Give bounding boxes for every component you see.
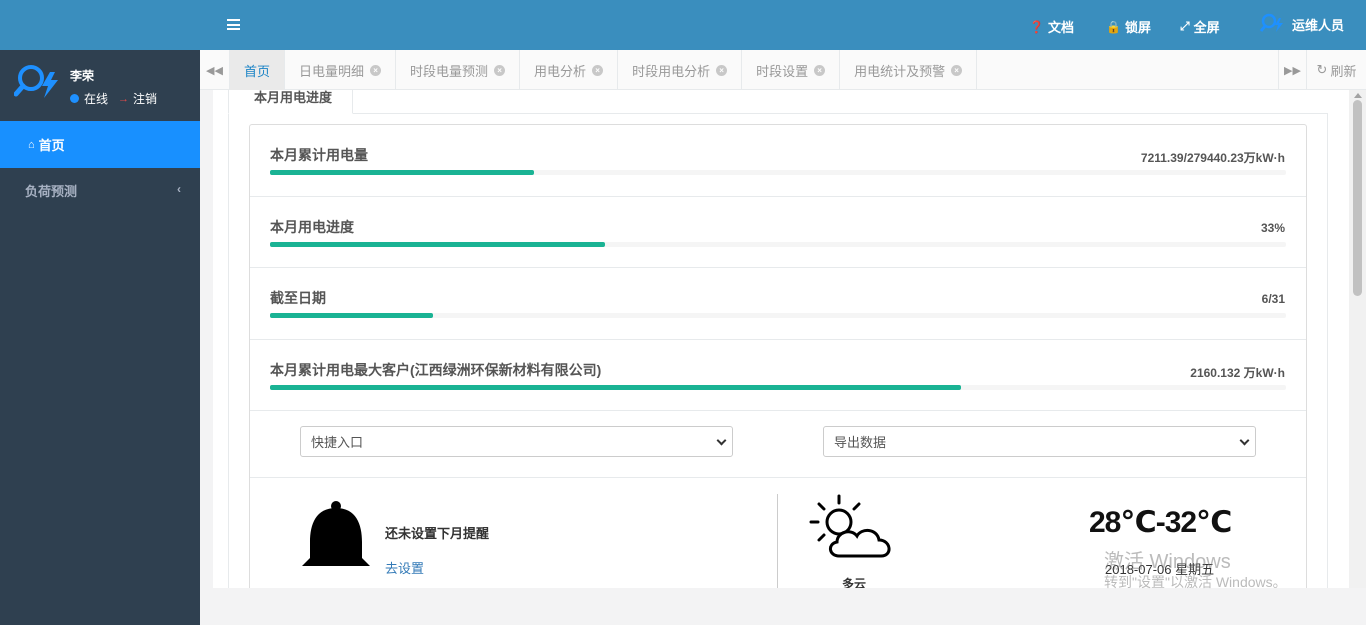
tab-period-forecast[interactable]: 时段电量预测 × <box>396 50 521 90</box>
reminder-text: 还未设置下月提醒 <box>385 526 490 541</box>
divider <box>777 494 778 588</box>
temperature-range: 28℃-32℃ <box>1089 506 1232 539</box>
refresh-label: 刷新 <box>1330 63 1357 79</box>
close-icon[interactable]: × <box>592 64 604 76</box>
quick-entry-select[interactable]: 快捷入口 <box>300 426 733 457</box>
sidebar-item-home[interactable]: ⌂ 首页 <box>0 121 200 168</box>
tab-period-settings[interactable]: 时段设置 × <box>742 50 841 90</box>
user-name: 李荣 <box>70 69 95 83</box>
top-header: ❓ 文档 🔒 锁屏 ⤢ 全屏 运维人员 <box>200 0 1366 50</box>
progress-bar <box>270 170 1286 175</box>
progress-fill <box>270 170 535 175</box>
logout-link[interactable]: 注销 <box>133 90 157 107</box>
activation-watermark-sub: 转到"设置"以激活 Windows。 <box>1104 574 1287 590</box>
sidebar-item-label: 负荷预测 <box>25 184 78 199</box>
refresh-icon: ↻ <box>1316 62 1328 77</box>
progress-fill <box>270 313 433 318</box>
fullscreen-label: 全屏 <box>1193 20 1220 35</box>
lock-button[interactable]: 🔒 锁屏 <box>1106 17 1151 36</box>
partly-cloudy-icon <box>809 494 891 558</box>
expand-icon: ⤢ <box>1180 19 1190 33</box>
chevron-down-icon <box>1239 435 1250 446</box>
stat-value: 7211.39/279440.23万kW·h <box>1140 151 1285 165</box>
stat-value: 33% <box>1260 220 1285 235</box>
page-tabs: ◀◀ 首页 日电量明细 × 时段电量预测 × 用电分析 × 时段用电分析 × 时段设置 ×… <box>200 50 1366 90</box>
chevron-down-icon <box>716 435 727 446</box>
activation-watermark: 激活 Windows <box>1104 551 1231 573</box>
ops-label: 运维人员 <box>1292 17 1345 33</box>
progress-panel: 本月用电进度 本月累计用电量 7211.39/279440.23万kW·h 本月… <box>213 90 1350 588</box>
ops-logo-icon <box>1260 13 1283 32</box>
export-data-select[interactable]: 导出数据 <box>823 426 1256 457</box>
scroll-up-icon[interactable] <box>1354 93 1362 98</box>
logo-icon <box>14 65 58 98</box>
scrollbar[interactable] <box>1349 90 1366 588</box>
sidebar-item-load-forecast[interactable]: 负荷预测 ‹ <box>0 168 200 213</box>
tab-period-usage-analysis[interactable]: 时段用电分析 × <box>618 50 743 90</box>
stat-label: 本月累计用电量 <box>270 147 368 163</box>
close-icon[interactable]: × <box>951 64 963 76</box>
fullscreen-button[interactable]: ⤢ 全屏 <box>1180 17 1220 36</box>
tab-list: 首页 日电量明细 × 时段电量预测 × 用电分析 × 时段用电分析 × 时段设置 × 用电… <box>230 50 978 90</box>
docs-button[interactable]: ❓ 文档 <box>1029 17 1074 36</box>
docs-label: 文档 <box>1047 20 1074 35</box>
main-content: 本月用电进度 本月累计用电量 7211.39/279440.23万kW·h 本月… <box>200 90 1366 588</box>
progress-fill <box>270 241 606 247</box>
progress-bar <box>270 241 1286 247</box>
selects-row: 快捷入口 导出数据 <box>250 411 1306 478</box>
stat-row: 本月用电进度 33% <box>250 197 1306 268</box>
set-reminder-link[interactable]: 去设置 <box>385 558 424 577</box>
online-dot-icon <box>70 94 79 103</box>
user-profile: 李荣 在线 → 注销 <box>0 50 200 121</box>
stats-list: 本月累计用电量 7211.39/279440.23万kW·h 本月用电进度 33… <box>249 124 1307 588</box>
tab-home[interactable]: 首页 <box>230 50 286 90</box>
panel-tab-title[interactable]: 本月用电进度 <box>228 90 353 114</box>
question-icon: ❓ <box>1029 19 1044 34</box>
user-status: 在线 → 注销 <box>70 90 157 107</box>
online-status: 在线 <box>84 92 109 106</box>
weather-condition: 多云 <box>842 577 867 588</box>
sidebar-item-label: 首页 <box>38 138 65 153</box>
chevron-left-icon: ‹ <box>177 182 181 196</box>
bell-icon <box>302 501 370 566</box>
stat-value: 2160.132 万kW·h <box>1190 365 1285 380</box>
footer-area <box>200 588 1366 625</box>
scroll-thumb[interactable] <box>1353 100 1362 296</box>
refresh-button[interactable]: ↻ 刷新 <box>1306 50 1366 90</box>
stat-row: 本月累计用电量 7211.39/279440.23万kW·h <box>250 125 1306 197</box>
tab-daily-detail[interactable]: 日电量明细 × <box>285 50 397 90</box>
progress-bar <box>270 384 1286 390</box>
close-icon[interactable]: × <box>370 64 382 76</box>
stat-value: 6/31 <box>1261 292 1285 306</box>
logout-icon[interactable]: → <box>118 93 129 105</box>
tab-usage-analysis[interactable]: 用电分析 × <box>520 50 619 90</box>
stat-row: 本月累计用电最大客户(江西绿洲环保新材料有限公司) 2160.132 万kW·h <box>250 340 1306 411</box>
stat-label: 本月用电进度 <box>270 218 354 235</box>
progress-fill <box>270 384 961 390</box>
menu-toggle-icon[interactable] <box>227 19 240 30</box>
close-icon[interactable]: × <box>716 64 728 76</box>
stat-label: 截至日期 <box>270 290 326 306</box>
progress-bar <box>270 313 1286 318</box>
close-icon[interactable]: × <box>814 64 826 76</box>
lock-icon: 🔒 <box>1106 19 1121 34</box>
lock-label: 锁屏 <box>1124 20 1151 35</box>
home-icon: ⌂ <box>28 138 35 151</box>
sidebar: 李荣 在线 → 注销 ⌂ 首页 负荷预测 ‹ <box>0 0 200 625</box>
stat-row: 截至日期 6/31 <box>250 268 1306 340</box>
sidebar-top <box>0 0 200 50</box>
tab-stats-warning[interactable]: 用电统计及预警 × <box>840 50 978 90</box>
tabs-scroll-left-icon[interactable]: ◀◀ <box>200 50 230 90</box>
ops-user-button[interactable]: 运维人员 <box>1260 13 1344 35</box>
stat-label: 本月累计用电最大客户(江西绿洲环保新材料有限公司) <box>270 361 602 378</box>
close-icon[interactable]: × <box>494 64 506 76</box>
tabs-scroll-right-icon[interactable]: ▶▶ <box>1278 50 1306 90</box>
